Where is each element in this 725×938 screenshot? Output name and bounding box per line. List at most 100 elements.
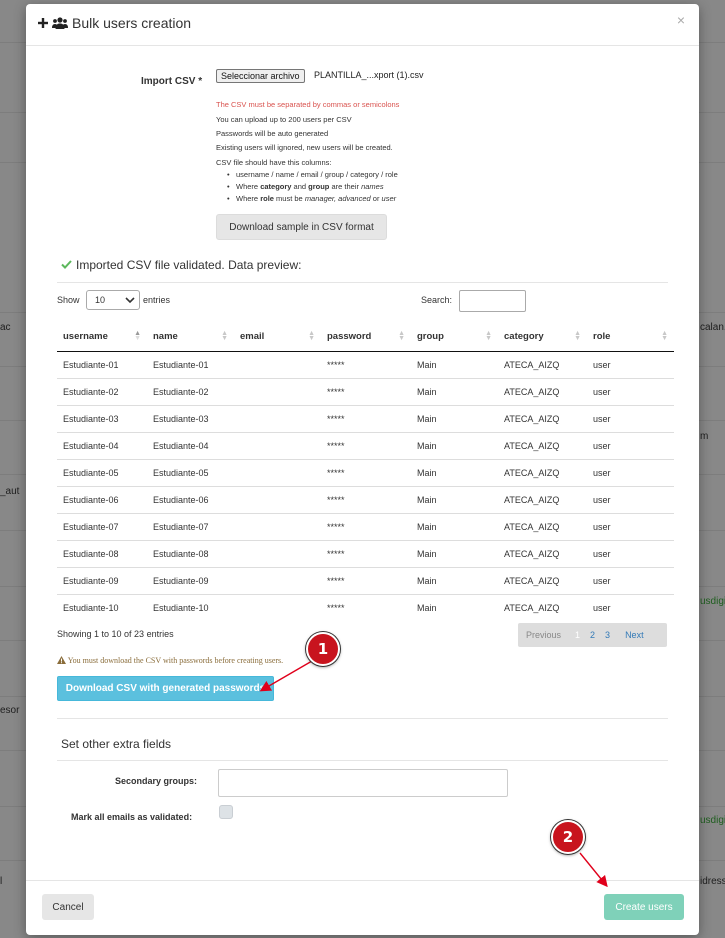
- table-cell-role: user: [587, 539, 674, 567]
- bg-cell-text: calan.c: [700, 322, 725, 333]
- mark-validated-checkbox[interactable]: [219, 805, 233, 819]
- table-row: Estudiante-03 Estudiante-03 ***** Main ATECA…: [57, 404, 674, 432]
- selected-file-name: PLANTILLA_...xport (1).csv: [314, 70, 424, 80]
- table-cell-username: Estudiante-09: [57, 566, 147, 594]
- secondary-groups-input[interactable]: [218, 769, 508, 797]
- show-label: Show: [57, 295, 80, 305]
- search-input[interactable]: [459, 290, 526, 312]
- table-cell-password: *****: [321, 485, 411, 513]
- column-header-label: group: [417, 331, 444, 343]
- help-limit: You can upload up to 200 users per CSV: [216, 115, 352, 124]
- table-row: Estudiante-06 Estudiante-06 ***** Main ATECA…: [57, 485, 674, 513]
- table-cell-group: Main: [411, 404, 498, 432]
- table-cell-role: user: [587, 404, 674, 432]
- table-cell-role: user: [587, 593, 674, 621]
- bg-cell-text: esor: [0, 705, 20, 716]
- help-text: must be: [273, 194, 305, 203]
- table-cell-group: Main: [411, 593, 498, 621]
- table-row: Estudiante-05 Estudiante-05 ***** Main ATECA…: [57, 458, 674, 486]
- pagination-page-current[interactable]: 1: [566, 630, 585, 640]
- create-users-button[interactable]: Create users: [604, 894, 684, 920]
- table-cell-name: Estudiante-05: [147, 458, 234, 486]
- table-cell-password: *****: [321, 593, 411, 621]
- bg-cell-text: usdigi: [700, 815, 725, 826]
- download-sample-button[interactable]: Download sample in CSV format: [216, 214, 387, 240]
- modal-title: Bulk users creation: [38, 15, 191, 31]
- table-cell-group: Main: [417, 359, 437, 370]
- table-cell-category: ATECA_AIZQ: [498, 458, 587, 486]
- table-cell-category: ATECA_AIZQ: [498, 431, 587, 459]
- sort-icon: ▲ ▼: [308, 330, 315, 342]
- divider: [57, 718, 668, 719]
- help-bullet-columns: username / name / email / group / catego…: [227, 170, 398, 179]
- table-cell-username: Estudiante-01: [63, 359, 119, 370]
- table-cell-role: user: [587, 512, 674, 540]
- bg-cell-text: l: [0, 876, 3, 887]
- choose-file-button[interactable]: Seleccionar archivo: [216, 69, 305, 83]
- table-cell-name: Estudiante-07: [147, 512, 234, 540]
- pagination-page[interactable]: 3: [600, 630, 615, 640]
- table-cell-email: [234, 351, 321, 378]
- download-passwords-button[interactable]: Download CSV with generated passwords: [57, 676, 274, 701]
- column-header-role[interactable]: role ▲ ▼: [587, 323, 674, 352]
- help-keyword: role: [260, 194, 274, 203]
- pagination-next[interactable]: Next: [615, 630, 649, 640]
- help-bullet-roles: Where role must be manager, advanced or …: [227, 194, 396, 203]
- table-cell-name: Estudiante-08: [147, 539, 234, 567]
- help-bullet-names: Where category and group are their names: [227, 182, 384, 191]
- divider: [57, 282, 668, 283]
- table-cell-group: Main: [411, 458, 498, 486]
- modal-title-text: Bulk users creation: [72, 15, 192, 31]
- sort-icon: ▲ ▼: [661, 330, 668, 342]
- bg-cell-text: _aut: [0, 486, 20, 497]
- close-icon[interactable]: ×: [677, 12, 685, 28]
- table-row: Estudiante-02 Estudiante-02 ***** Main ATECA…: [57, 377, 674, 405]
- help-text: and: [291, 182, 309, 191]
- help-text: are their: [329, 182, 362, 191]
- column-header-password[interactable]: password ▲ ▼: [321, 323, 411, 352]
- entries-label: entries: [143, 295, 171, 305]
- table-cell-category: ATECA_AIZQ: [498, 566, 587, 594]
- help-keyword: manager, advanced: [304, 194, 371, 203]
- help-keyword: names: [361, 182, 384, 191]
- table-cell-category: ATECA_AIZQ: [498, 593, 587, 621]
- table-row: Estudiante-07 Estudiante-07 ***** Main ATECA…: [57, 512, 674, 540]
- mark-validated-label: Mark all emails as validated:: [71, 812, 193, 822]
- table-cell-email: [234, 512, 321, 540]
- column-header-group[interactable]: group ▲ ▼: [411, 323, 498, 352]
- table-row: Estudiante-10 Estudiante-10 ***** Main ATECA…: [57, 593, 674, 621]
- cancel-button[interactable]: Cancel: [42, 894, 94, 920]
- password-warning: You must download the CSV with passwords…: [57, 656, 283, 666]
- check-icon: [61, 258, 72, 272]
- table-row: Estudiante-09 Estudiante-09 ***** Main ATECA…: [57, 566, 674, 594]
- bg-cell-text: idress: [700, 876, 725, 887]
- table-cell-role: user: [587, 377, 674, 405]
- table-cell-email: [234, 404, 321, 432]
- column-header-email[interactable]: email ▲ ▼: [234, 323, 321, 352]
- pagination-page[interactable]: 2: [585, 630, 600, 640]
- annotation-marker-2: 2: [551, 820, 585, 854]
- table-cell-password: *****: [321, 377, 411, 405]
- table-cell-group: Main: [411, 377, 498, 405]
- entries-length-value: 10: [95, 295, 106, 305]
- chevron-down-icon: [125, 291, 135, 316]
- pagination-previous[interactable]: Previous: [518, 630, 566, 640]
- column-header-category[interactable]: category ▲ ▼: [498, 323, 587, 352]
- entries-length-select[interactable]: 10: [86, 290, 140, 310]
- sort-asc-icon: ▲ ▼: [134, 330, 141, 342]
- table-row: Estudiante-04 Estudiante-04 ***** Main ATECA…: [57, 431, 674, 459]
- column-header-username[interactable]: username ▲ ▼: [57, 323, 147, 352]
- validated-text: Imported CSV file validated. Data previe…: [76, 258, 302, 272]
- table-cell-username: Estudiante-07: [57, 512, 147, 540]
- column-header-name[interactable]: name ▲ ▼: [147, 323, 234, 352]
- bg-cell-text: usdigi: [700, 596, 725, 607]
- table-cell-name: Estudiante-02: [147, 377, 234, 405]
- table-cell-password: *****: [321, 458, 411, 486]
- table-info: Showing 1 to 10 of 23 entries: [57, 629, 174, 639]
- table-cell-email: [234, 539, 321, 567]
- table-cell-email: [234, 458, 321, 486]
- table-cell-password: *****: [321, 431, 411, 459]
- table-cell-role: user: [593, 359, 611, 370]
- table-cell-name: Estudiante-03: [147, 404, 234, 432]
- users-icon: [52, 17, 68, 29]
